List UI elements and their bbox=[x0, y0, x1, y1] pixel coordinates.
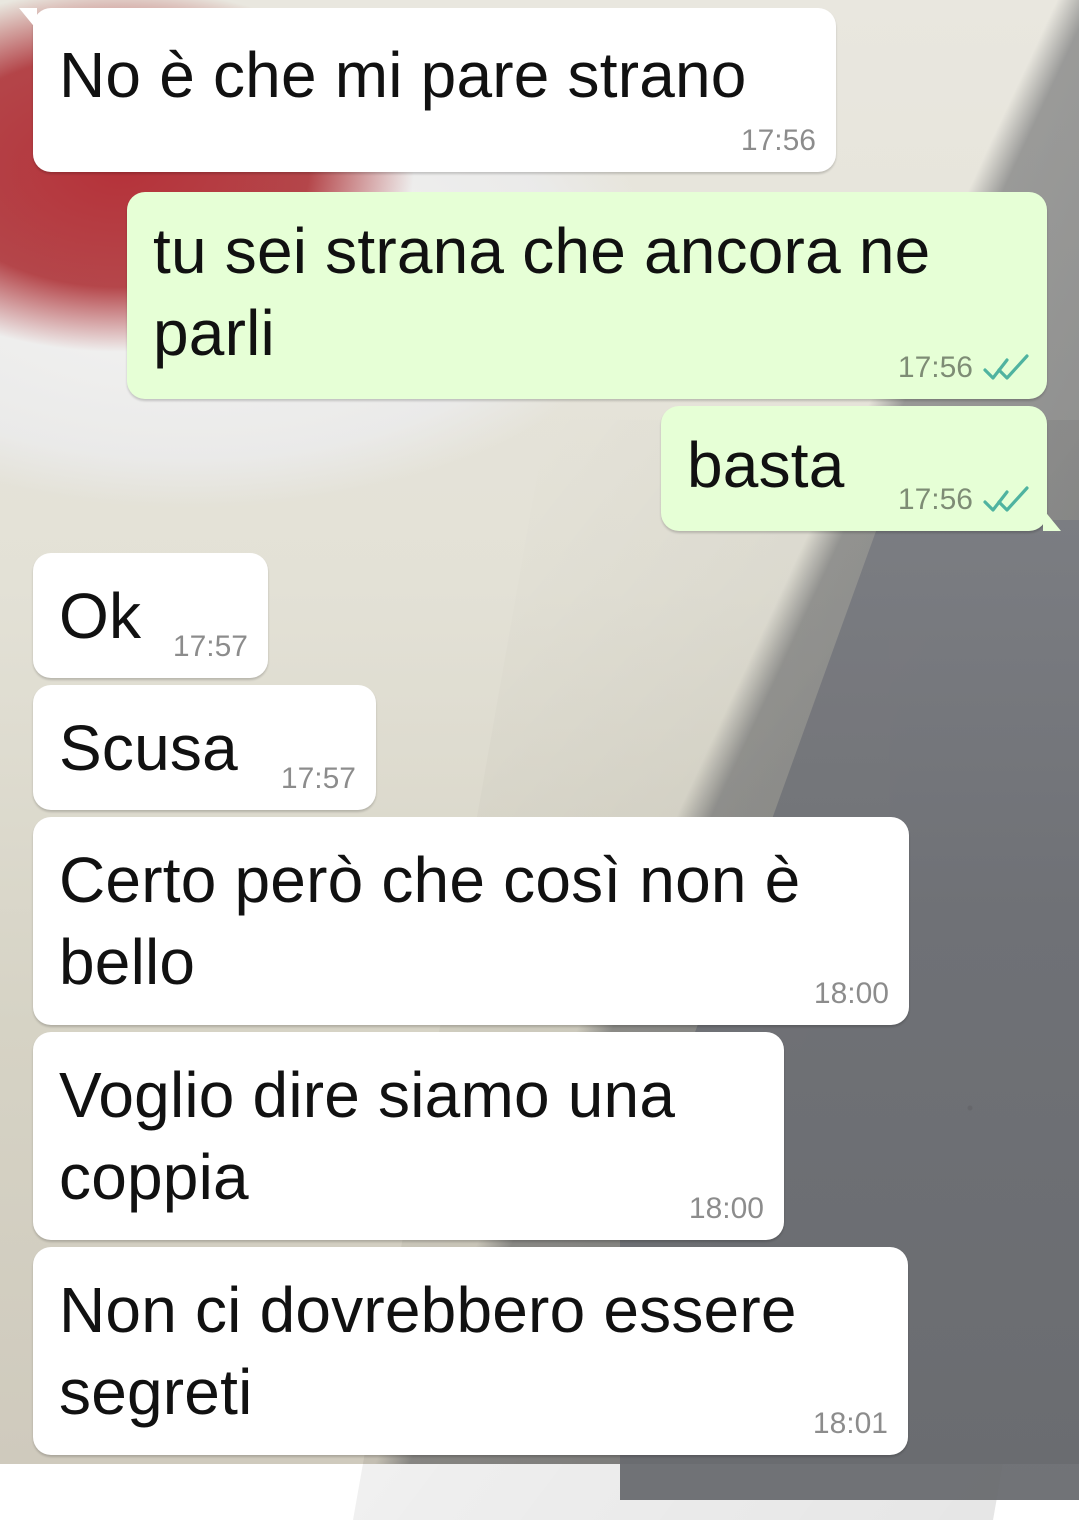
message-text: tu sei strana che ancora ne parli bbox=[153, 215, 931, 369]
double-check-icon bbox=[983, 354, 1029, 380]
message-meta: 18:00 bbox=[689, 1192, 764, 1226]
message-text: Certo però che così non è bello bbox=[59, 844, 801, 998]
message-text: Non ci dovrebbero essere segreti bbox=[59, 1274, 797, 1428]
message-time: 17:57 bbox=[280, 762, 356, 795]
message-bubble-incoming[interactable]: Non ci dovrebbero essere segreti 18:01 bbox=[33, 1247, 908, 1455]
message-time: 18:00 bbox=[688, 1192, 764, 1225]
message-meta: 18:00 bbox=[814, 977, 889, 1011]
message-bubble-incoming[interactable]: Ok 17:57 bbox=[33, 553, 268, 678]
message-bubble-outgoing[interactable]: basta 17:56 bbox=[661, 406, 1047, 531]
message-meta: 17:56 bbox=[741, 124, 816, 158]
message-time: 17:56 bbox=[897, 483, 973, 516]
message-meta: 17:57 bbox=[173, 630, 248, 664]
message-time: 18:00 bbox=[813, 977, 889, 1010]
message-bubble-incoming[interactable]: Scusa 17:57 bbox=[33, 685, 376, 810]
message-meta: 17:56 bbox=[898, 351, 1029, 385]
double-check-icon bbox=[983, 486, 1029, 512]
message-bubble-outgoing[interactable]: tu sei strana che ancora ne parli 17:56 bbox=[127, 192, 1047, 399]
message-meta: 17:56 bbox=[898, 483, 1029, 517]
message-time: 17:57 bbox=[172, 630, 248, 663]
message-meta: 18:01 bbox=[813, 1407, 888, 1441]
message-bubble-incoming[interactable]: Certo però che così non è bello 18:00 bbox=[33, 817, 909, 1025]
message-text: No è che mi pare strano bbox=[59, 39, 747, 111]
message-time: 18:01 bbox=[812, 1407, 888, 1440]
message-time: 17:56 bbox=[897, 351, 973, 384]
message-time: 17:56 bbox=[740, 124, 816, 157]
chat-thread[interactable]: No è che mi pare strano 17:56 tu sei str… bbox=[0, 0, 1079, 1464]
message-text: Voglio dire siamo una coppia bbox=[59, 1059, 676, 1213]
message-meta: 17:57 bbox=[281, 762, 356, 796]
message-bubble-incoming[interactable]: No è che mi pare strano 17:56 bbox=[33, 8, 836, 172]
message-bubble-incoming[interactable]: Voglio dire siamo una coppia 18:00 bbox=[33, 1032, 784, 1240]
